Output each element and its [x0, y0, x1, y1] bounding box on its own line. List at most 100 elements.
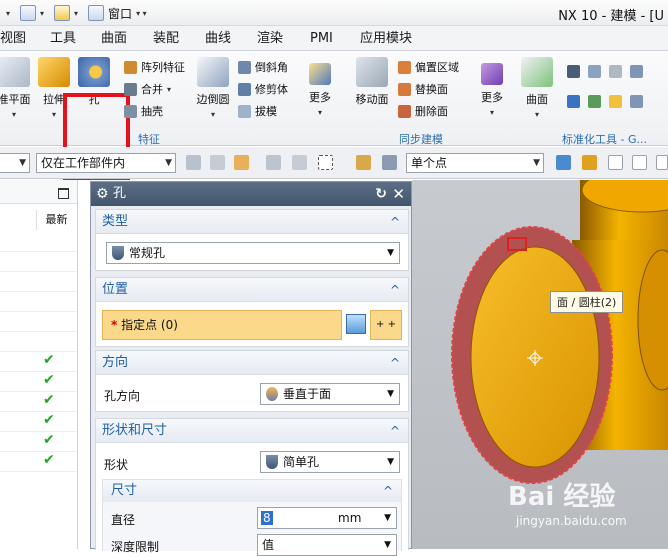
datum-plane-button[interactable]: 准平面 ▾ [0, 57, 36, 120]
table-row[interactable] [0, 292, 76, 312]
undo-icon[interactable] [54, 5, 71, 21]
diameter-unit: mm [338, 511, 362, 525]
filter-icon[interactable] [186, 155, 201, 170]
table-row[interactable] [0, 252, 76, 272]
reset-icon[interactable]: ↻ [375, 182, 387, 206]
trim-body-button[interactable]: 修剪体 [238, 81, 288, 97]
tab-pmi[interactable]: PMI [310, 26, 333, 51]
tab-curve[interactable]: 曲线 [205, 26, 231, 51]
edge-blend-button[interactable]: 边倒圆 ▾ [191, 57, 235, 120]
tool-icon[interactable] [630, 95, 643, 108]
surface-button[interactable]: 曲面 ▾ [515, 57, 559, 120]
table-row[interactable]: ✔ [0, 432, 76, 452]
type-filter-dropdown[interactable]: ▼ [0, 153, 30, 173]
tool-icon[interactable] [609, 95, 622, 108]
chevron-up-icon[interactable]: ^ [390, 351, 400, 375]
point-dialog-icon[interactable]: + + [370, 310, 402, 340]
chevron-down-icon[interactable]: ▾ [6, 9, 10, 18]
tab-surface[interactable]: 曲面 [101, 26, 127, 51]
move-face-button[interactable]: 移动面 [350, 57, 394, 107]
tool-icon[interactable] [588, 65, 601, 78]
chevron-up-icon[interactable]: ^ [390, 278, 400, 302]
graphics-window[interactable]: 面 / 圆柱(2) Bai 经验 jingyan.baidu.com [412, 167, 668, 549]
delete-face-button[interactable]: 删除面 [398, 103, 448, 119]
snap-icon[interactable] [234, 155, 249, 170]
dialog-title-bar[interactable]: ⚙ 孔 ↻ ✕ [91, 182, 411, 206]
section-location-header[interactable]: 位置 ^ [96, 278, 408, 302]
chamfer-button[interactable]: 倒斜角 [238, 59, 288, 75]
table-row[interactable] [0, 272, 76, 292]
chevron-down-icon[interactable]: ▾ [74, 9, 78, 18]
box-select-icon[interactable] [318, 155, 333, 170]
chevron-down-icon[interactable]: ▾ [40, 9, 44, 18]
snap-point-dropdown[interactable]: 单个点 ▼ [406, 153, 544, 173]
chevron-down-icon[interactable]: ▾ ▾ [136, 9, 147, 18]
maximize-icon[interactable] [58, 188, 69, 199]
hole-direction-dropdown[interactable]: 垂直于面 ▼ [260, 383, 400, 405]
table-row[interactable] [0, 332, 76, 352]
tab-applications[interactable]: 应用模块 [360, 26, 412, 51]
replace-face-button[interactable]: 替换面 [398, 81, 448, 97]
arc-snap-icon[interactable] [656, 155, 668, 170]
quick-access-toolbar: ▾ ▾ ▾ 窗口 ▾ ▾ [6, 4, 147, 22]
scope-filter-dropdown[interactable]: 仅在工作部件内 ▼ [36, 153, 176, 173]
chevron-down-icon[interactable]: ▼ [384, 508, 391, 528]
group-sync-modeling: 同步建模 [399, 133, 443, 146]
curve-snap-icon[interactable] [632, 155, 647, 170]
column-latest[interactable]: 最新 [36, 210, 76, 230]
depth-limit-value: 值 [262, 538, 275, 552]
snap-point-icon[interactable] [582, 155, 597, 170]
table-row[interactable] [0, 312, 76, 332]
draft-button[interactable]: 拔模 [238, 103, 277, 119]
shell-button[interactable]: 抽壳 [124, 103, 163, 119]
tab-view[interactable]: 视图 [0, 26, 26, 51]
subsection-dimensions-header[interactable]: 尺寸 ^ [103, 480, 401, 502]
table-row[interactable]: ✔ [0, 412, 76, 432]
offset-region-label: 偏置区域 [415, 61, 459, 74]
tab-render[interactable]: 渲染 [257, 26, 283, 51]
pattern-feature-button[interactable]: 阵列特征 [124, 59, 185, 75]
tab-assembly[interactable]: 装配 [153, 26, 179, 51]
arrow-right-icon[interactable] [556, 155, 571, 170]
table-row[interactable]: ✔ [0, 392, 76, 412]
section-direction-header[interactable]: 方向 ^ [96, 351, 408, 375]
tool-icon[interactable] [588, 95, 601, 108]
table-row[interactable] [0, 232, 76, 252]
sketch-section-icon[interactable] [346, 314, 366, 334]
more-button-1[interactable]: 更多 ▾ [298, 57, 342, 118]
chevron-down-icon[interactable]: ▼ [384, 535, 391, 555]
tool-icon[interactable] [609, 65, 622, 78]
tool-icon[interactable] [567, 65, 580, 78]
hole-type-dropdown[interactable]: 常规孔 ▼ [106, 242, 400, 264]
filter-icon[interactable] [266, 155, 281, 170]
filter-icon[interactable] [292, 155, 307, 170]
depth-limit-dropdown[interactable]: 值 ▼ [257, 534, 397, 556]
specify-point-field[interactable]: * 指定点 (0) [102, 310, 342, 340]
tab-tools[interactable]: 工具 [50, 26, 76, 51]
chevron-up-icon[interactable]: ^ [390, 210, 400, 234]
offset-region-button[interactable]: 偏置区域 [398, 59, 459, 75]
window-menu[interactable]: 窗口 [108, 5, 132, 22]
window-icon[interactable] [88, 5, 105, 21]
chevron-up-icon[interactable]: ^ [390, 419, 400, 443]
diameter-input[interactable]: 8 mm ▼ [257, 507, 397, 529]
unite-button[interactable]: 合并 ▾ [124, 81, 171, 97]
table-row[interactable]: ✔ [0, 452, 76, 472]
chevron-up-icon[interactable]: ^ [383, 480, 393, 502]
table-row[interactable]: ✔ [0, 372, 76, 392]
group-standard-tools: 标准化工具 - G... [562, 133, 647, 146]
shape-dropdown[interactable]: 简单孔 ▼ [260, 451, 400, 473]
tool-icon[interactable] [630, 65, 643, 78]
section-type-header[interactable]: 类型 ^ [96, 210, 408, 234]
save-icon[interactable] [20, 5, 37, 21]
filter-icon[interactable] [356, 155, 371, 170]
line-snap-icon[interactable] [608, 155, 623, 170]
section-form-header[interactable]: 形状和尺寸 ^ [96, 419, 408, 443]
filter-icon[interactable] [382, 155, 397, 170]
filter-icon[interactable] [210, 155, 225, 170]
tool-icon[interactable] [567, 95, 580, 108]
gear-icon[interactable]: ⚙ [96, 182, 109, 206]
table-row[interactable]: ✔ [0, 352, 76, 372]
more-button-2[interactable]: 更多 ▾ [470, 57, 514, 118]
close-icon[interactable]: ✕ [392, 182, 405, 206]
